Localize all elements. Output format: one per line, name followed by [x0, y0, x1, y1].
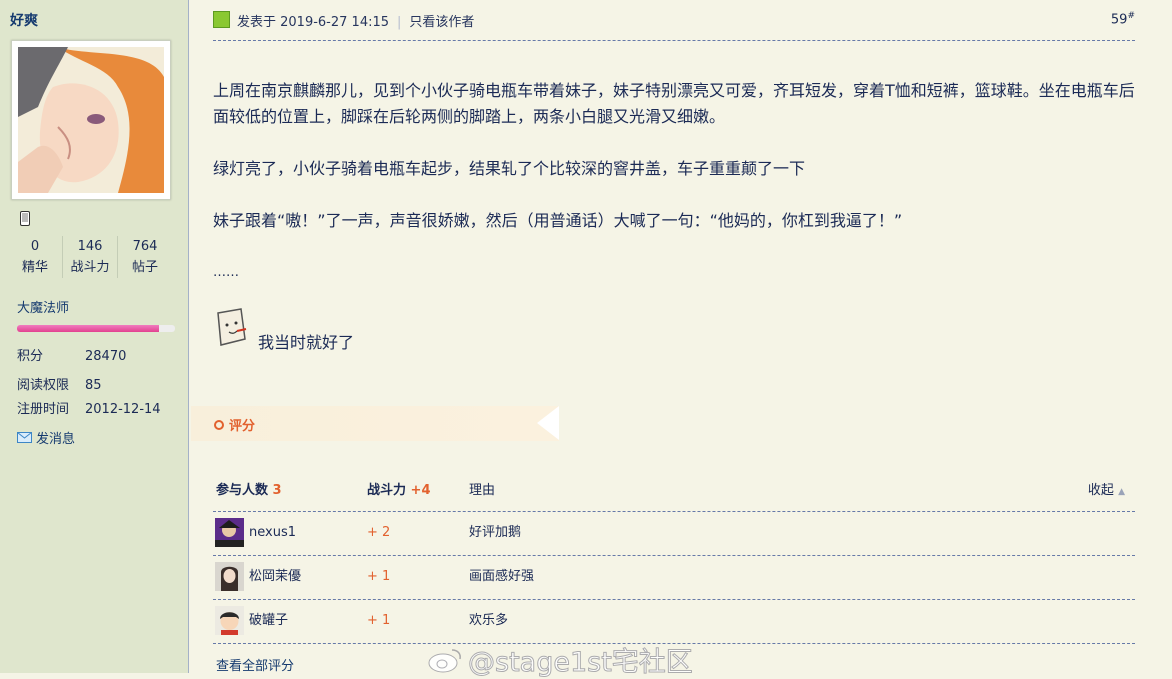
collapse-button[interactable]: 收起 ▲: [1088, 470, 1125, 513]
floor-mark: #: [1127, 11, 1135, 21]
post-time: 发表于 2019-6-27 14:15: [237, 15, 390, 30]
avatar-matsuoka-icon[interactable]: [215, 562, 244, 591]
user-sidebar: 好爽 0 精华 146 战斗力 764 帖子 大魔法师 积分 28470 阅读权…: [0, 0, 189, 673]
rater-name[interactable]: nexus1: [249, 512, 296, 553]
sticker-caption: 我当时就好了: [258, 333, 355, 352]
power-label: 战斗力: [367, 483, 407, 498]
rater-points: + 1: [367, 569, 391, 584]
sticker-face-icon: [213, 305, 249, 353]
rank-progress-fill: [17, 325, 160, 332]
info-key: 阅读权限: [17, 378, 70, 393]
rater-reason: 画面感好强: [469, 569, 535, 584]
avatar-image-icon: [18, 47, 164, 193]
power-total: +4: [410, 483, 431, 498]
stat-label: 精华: [21, 260, 48, 275]
rating-label: 评分: [229, 419, 256, 434]
online-status-icon: [213, 11, 230, 28]
stat-value: 0: [30, 239, 40, 254]
participants-header: 参与人数 3: [216, 470, 282, 511]
info-read-permission: 阅读权限 85: [17, 374, 102, 393]
send-message-link[interactable]: 发消息: [17, 428, 75, 447]
stat-digest[interactable]: 0 精华: [8, 236, 62, 278]
info-value: 28470: [85, 349, 127, 364]
info-register-date: 注册时间 2012-12-14: [17, 398, 161, 417]
stat-value: 764: [132, 239, 158, 254]
rater-points: + 2: [367, 525, 391, 540]
watermark-text: @stage1st宅社区: [468, 647, 694, 679]
user-rank[interactable]: 大魔法师: [17, 297, 69, 316]
info-value: 85: [85, 378, 102, 393]
rater-name[interactable]: 松岡茉優: [249, 556, 301, 597]
envelope-icon: [17, 432, 32, 443]
rater-name[interactable]: 破罐子: [249, 600, 288, 641]
post-content: 上周在南京麒麟那儿，见到个小伙子骑电瓶车带着妹子，妹子特别漂亮又可爱，齐耳短发，…: [213, 78, 1143, 286]
weibo-logo-icon: [428, 648, 461, 672]
weibo-watermark: @stage1st宅社区: [428, 640, 693, 679]
participants-count: 3: [272, 483, 282, 498]
stat-posts[interactable]: 764 帖子: [117, 236, 172, 278]
power-header: 战斗力 +4: [367, 470, 431, 511]
post-meta: 发表于 2019-6-27 14:15 | 只看该作者: [237, 11, 474, 30]
user-stats: 0 精华 146 战斗力 764 帖子: [8, 236, 172, 278]
view-all-ratings-link[interactable]: 查看全部评分: [216, 655, 294, 674]
post-paragraph: 上周在南京麒麟那儿，见到个小伙子骑电瓶车带着妹子，妹子特别漂亮又可爱，齐耳短发，…: [213, 81, 1135, 126]
collapse-label: 收起: [1087, 483, 1114, 498]
avatar[interactable]: [11, 40, 171, 200]
reason-header: 理由: [469, 483, 496, 498]
floor-number[interactable]: 59#: [1111, 11, 1135, 27]
only-author-link[interactable]: 只看该作者: [409, 15, 474, 30]
rating-circle-icon: [214, 419, 224, 430]
caret-up-icon: ▲: [1118, 487, 1125, 497]
send-message-label: 发消息: [36, 432, 76, 447]
post-paragraph: 绿灯亮了，小伙子骑着电瓶车起步，结果轧了个比较深的窨井盖，车子重重颠了一下: [213, 159, 806, 178]
stat-label: 战斗力: [70, 260, 110, 275]
stat-power[interactable]: 146 战斗力: [62, 236, 117, 278]
table-row: 松岡茉優 + 1 画面感好强: [213, 556, 1135, 600]
post-paragraph: 妹子跟着“嗷！”了一声，声音很娇嫩，然后（用普通话）大喊了一句：“他妈的，你杠到…: [213, 211, 903, 230]
post-header: 发表于 2019-6-27 14:15 | 只看该作者 59#: [213, 0, 1135, 41]
mobile-phone-icon: [20, 211, 30, 230]
avatar-pokuanzi-icon[interactable]: [215, 606, 244, 635]
stat-label: 帖子: [131, 260, 158, 275]
info-key: 积分: [17, 349, 44, 364]
stat-value: 146: [77, 239, 103, 254]
separator: |: [397, 15, 402, 30]
avatar-nexus1-icon[interactable]: [215, 518, 244, 547]
table-row: nexus1 + 2 好评加鹅: [213, 512, 1135, 556]
info-key: 注册时间: [17, 402, 70, 417]
rater-points: + 1: [367, 613, 391, 628]
rating-table-header: 参与人数 3 战斗力 +4 理由 收起 ▲: [213, 470, 1135, 512]
post-paragraph: ……: [213, 265, 239, 280]
rater-reason: 欢乐多: [469, 613, 509, 628]
rater-reason: 好评加鹅: [469, 525, 522, 540]
rating-button[interactable]: 评分: [214, 415, 255, 434]
table-row: 破罐子 + 1 欢乐多: [213, 600, 1135, 644]
info-value: 2012-12-14: [85, 402, 161, 417]
rank-progress-bar: [17, 325, 175, 332]
info-points: 积分 28470: [17, 345, 126, 364]
floor-value: 59: [1110, 12, 1128, 28]
participants-label: 参与人数: [216, 483, 269, 498]
username[interactable]: 好爽: [10, 10, 38, 30]
